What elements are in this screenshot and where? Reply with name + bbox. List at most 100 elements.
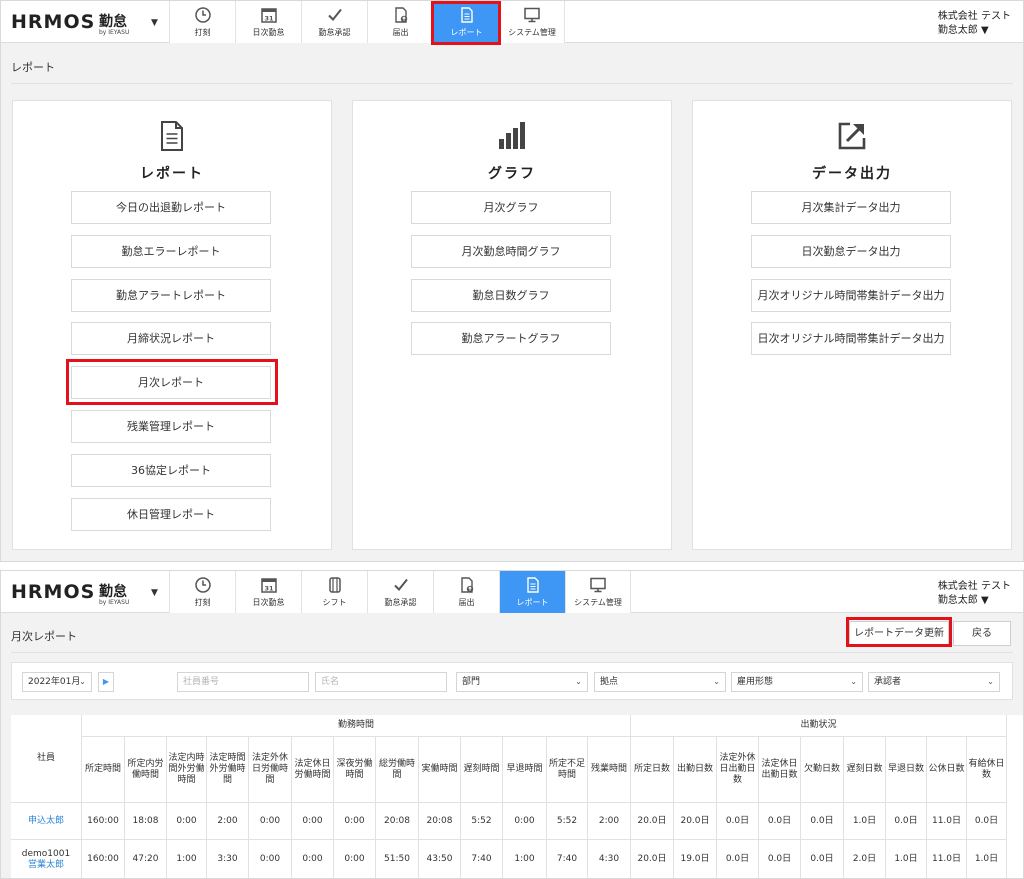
table-cell: 18:08 (125, 803, 167, 840)
location-select[interactable]: 拠点 ⌄ (594, 672, 726, 692)
approver-select[interactable]: 承認者 ⌄ (868, 672, 1000, 692)
nav-item-clock[interactable]: 打刻 (169, 1, 235, 43)
table-cell: 0.0日 (759, 840, 801, 878)
nav-item-calendar[interactable]: 31 日次勤怠 (235, 571, 301, 613)
employee-name-link[interactable]: 営業太郎 (28, 860, 64, 871)
column-header: 公休日数 (927, 737, 967, 803)
column-header: 早退時間 (503, 737, 547, 803)
chevron-down-icon[interactable]: ▼ (151, 588, 158, 598)
month-select[interactable]: 2022年01月 ⌄ (22, 672, 92, 692)
table-cell: 43:50 (419, 840, 461, 878)
user-name: 勤怠太郎 ▼ (937, 595, 989, 606)
calendar-icon: 31 (260, 6, 278, 27)
nav-item-document-upload[interactable]: 届出 (367, 1, 433, 43)
nav-item-label: システム管理 (574, 598, 622, 607)
check-icon (326, 6, 344, 27)
clock-icon (194, 576, 212, 597)
document-upload-icon (392, 6, 410, 27)
employee-number-input[interactable]: 社員番号 (177, 672, 309, 692)
panel-title: データ出力 (812, 166, 892, 182)
column-header: 所定内労働時間 (125, 737, 167, 803)
table-cell: 0:00 (334, 803, 376, 840)
report-link-button[interactable]: 36協定レポート (71, 453, 271, 487)
report-link-button[interactable]: 月次集計データ出力 (751, 191, 951, 224)
chevron-down-icon[interactable]: ▼ (151, 18, 158, 28)
company-name: 株式会社 テスト (937, 581, 1011, 592)
panel-title: グラフ (488, 166, 536, 182)
report-link-button[interactable]: 月次勤怠時間グラフ (411, 234, 611, 268)
back-button[interactable]: 戻る (953, 621, 1011, 646)
table-cell: 4:30 (588, 840, 631, 878)
nav-item-check[interactable]: 勤怠承認 (301, 1, 367, 43)
column-header: 所定時間 (82, 737, 125, 803)
user-menu[interactable]: 株式会社 テスト 勤怠太郎 ▼ (938, 10, 1011, 38)
employee-name-link[interactable]: 申込太郎 (28, 816, 64, 827)
clock-icon (194, 6, 212, 27)
employee-column-header: 社員 (11, 715, 82, 803)
report-link-button[interactable]: 勤怠アラートグラフ (411, 322, 611, 356)
report-link-button[interactable]: 勤怠日数グラフ (411, 278, 611, 312)
app-header: HRMOS 勤怠 by IEYASU ▼ 打刻 31 日次勤怠 勤怠承認 届出 レポート シ… (1, 1, 1023, 43)
logo-product: 勤怠 (99, 14, 127, 30)
table-cell: 0.0日 (801, 803, 844, 840)
table-cell: 19.0日 (674, 840, 717, 878)
nav-item-monitor[interactable]: システム管理 (499, 1, 565, 43)
report-icon (458, 6, 476, 27)
nav-item-calendar[interactable]: 31 日次勤怠 (235, 1, 301, 43)
report-link-button[interactable]: 勤怠エラーレポート (71, 234, 271, 268)
svg-text:31: 31 (264, 14, 274, 22)
employment-type-select[interactable]: 雇用形態 ⌄ (731, 672, 863, 692)
nav-item-check[interactable]: 勤怠承認 (367, 571, 433, 613)
department-select[interactable]: 部門 ⌄ (456, 672, 588, 692)
table-cell: 7:40 (461, 840, 503, 878)
column-header: 遅刻時間 (461, 737, 503, 803)
svg-text:31: 31 (264, 584, 274, 592)
table-cell: 0:00 (292, 840, 334, 878)
panel-report-document: レポート 今日の出退勤レポート 勤怠エラーレポート 勤怠アラートレポート 月締状況レポー… (12, 100, 332, 550)
user-menu[interactable]: 株式会社 テスト 勤怠太郎 ▼ (938, 580, 1011, 608)
logo-wordmark: HRMOS (11, 581, 96, 603)
hrmos-logo[interactable]: HRMOS 勤怠 by IEYASU ▼ (11, 8, 161, 38)
table-cell: 1:00 (503, 840, 547, 878)
main-nav: 打刻 31 日次勤怠 シフト 勤怠承認 届出 レポート システム管理 (169, 571, 631, 613)
next-month-button[interactable]: ▶ (98, 672, 114, 692)
monitor-icon (523, 6, 541, 27)
table-cell: 20.0日 (631, 840, 674, 878)
report-link-button[interactable]: 残業管理レポート (71, 410, 271, 443)
hrmos-logo[interactable]: HRMOS 勤怠 by IEYASU ▼ (11, 578, 161, 608)
table-cell: 0:00 (249, 803, 292, 840)
report-link-button[interactable]: 勤怠アラートレポート (71, 278, 271, 312)
report-link-button[interactable]: 今日の出退勤レポート (71, 191, 271, 224)
nav-item-label: 勤怠承認 (318, 28, 351, 37)
table-cell: 5:52 (461, 803, 503, 840)
report-link-button[interactable]: 休日管理レポート (71, 497, 271, 531)
column-header: 深夜労働時間 (334, 737, 376, 803)
employee-name-cell: demo1001 営業太郎 (11, 840, 82, 878)
play-icon: ▶ (102, 677, 110, 686)
nav-item-label: システム管理 (508, 28, 556, 37)
group-header-attendance: 出勤状況 (631, 715, 1007, 737)
calendar-icon: 31 (260, 576, 278, 597)
nav-item-monitor[interactable]: システム管理 (565, 571, 631, 613)
nav-item-report[interactable]: レポート (499, 571, 565, 613)
nav-item-report[interactable]: レポート (433, 1, 499, 43)
nav-item-clock[interactable]: 打刻 (169, 571, 235, 613)
nav-item-shift[interactable]: シフト (301, 571, 367, 613)
table-cell: 0.0日 (717, 803, 759, 840)
report-link-button[interactable]: 月次グラフ (411, 191, 611, 224)
divider (11, 83, 1013, 84)
report-link-button[interactable]: 月締状況レポート (71, 322, 271, 356)
report-menu-screen: HRMOS 勤怠 by IEYASU ▼ 打刻 31 日次勤怠 勤怠承認 届出 レポートシ… (0, 0, 1024, 562)
breadcrumb: レポート (11, 61, 55, 74)
column-header: 残業時間 (588, 737, 631, 803)
report-link-button[interactable]: 日次オリジナル時間帯集計データ出力 (751, 322, 951, 356)
column-header: 有給休日数 (967, 737, 1007, 803)
report-link-button[interactable]: 月次オリジナル時間帯集計データ出力 (751, 278, 951, 312)
report-link-button[interactable]: 月次レポート (71, 366, 271, 400)
nav-item-document-upload[interactable]: 届出 (433, 571, 499, 613)
report-link-button[interactable]: 日次勤怠データ出力 (751, 234, 951, 268)
name-input[interactable]: 氏名 (315, 672, 447, 692)
column-header: 所定不足時間 (547, 737, 588, 803)
report-data-update-button[interactable]: レポートデータ更新 (849, 621, 949, 646)
monitor-icon (589, 576, 607, 597)
